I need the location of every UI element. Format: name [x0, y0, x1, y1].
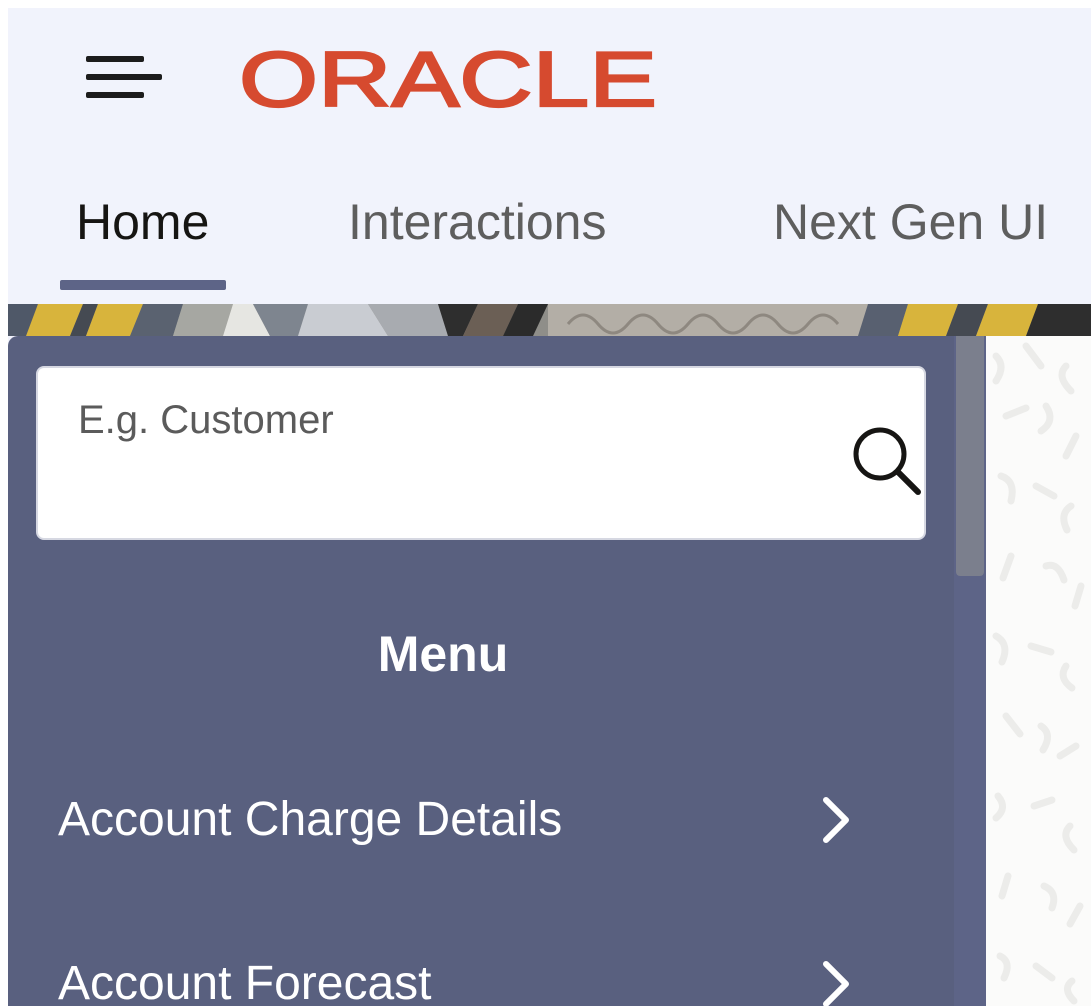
search-input[interactable] [78, 390, 838, 450]
search-box [36, 366, 926, 540]
menu-item-account-charge-details[interactable]: Account Charge Details [58, 780, 858, 860]
tab-interactions[interactable]: Interactions [348, 192, 606, 252]
app-window: ORACLE Home Interactions Next Gen UI E.g… [8, 8, 1091, 1006]
hamburger-menu-icon[interactable] [82, 54, 166, 104]
svg-text:ORACLE: ORACLE [239, 44, 657, 114]
tab-next-gen-ui[interactable]: Next Gen UI [773, 192, 1048, 252]
navigation-sidebar: Menu Account Charge Details Account Fore… [8, 336, 954, 1006]
menu-heading: Menu [377, 626, 509, 682]
menu-item-label: Account Charge Details [58, 793, 563, 846]
tab-bar: Home Interactions Next Gen UI [8, 178, 1091, 298]
decorative-pattern-band [8, 304, 1091, 336]
active-tab-indicator [60, 280, 226, 290]
menu-item-account-forecast[interactable]: Account Forecast [58, 944, 858, 1006]
top-header: ORACLE Home Interactions Next Gen UI [8, 8, 1091, 304]
menu-item-label: Account Forecast [58, 957, 432, 1006]
oracle-logo[interactable]: ORACLE [239, 44, 659, 114]
sidebar-scrollbar[interactable] [954, 336, 986, 1006]
scrollbar-thumb[interactable] [956, 336, 984, 576]
tab-home[interactable]: Home [76, 192, 209, 252]
chevron-right-icon [816, 958, 856, 1006]
search-icon[interactable] [846, 420, 926, 500]
chevron-right-icon [816, 794, 856, 846]
main-content-area [986, 336, 1091, 1006]
